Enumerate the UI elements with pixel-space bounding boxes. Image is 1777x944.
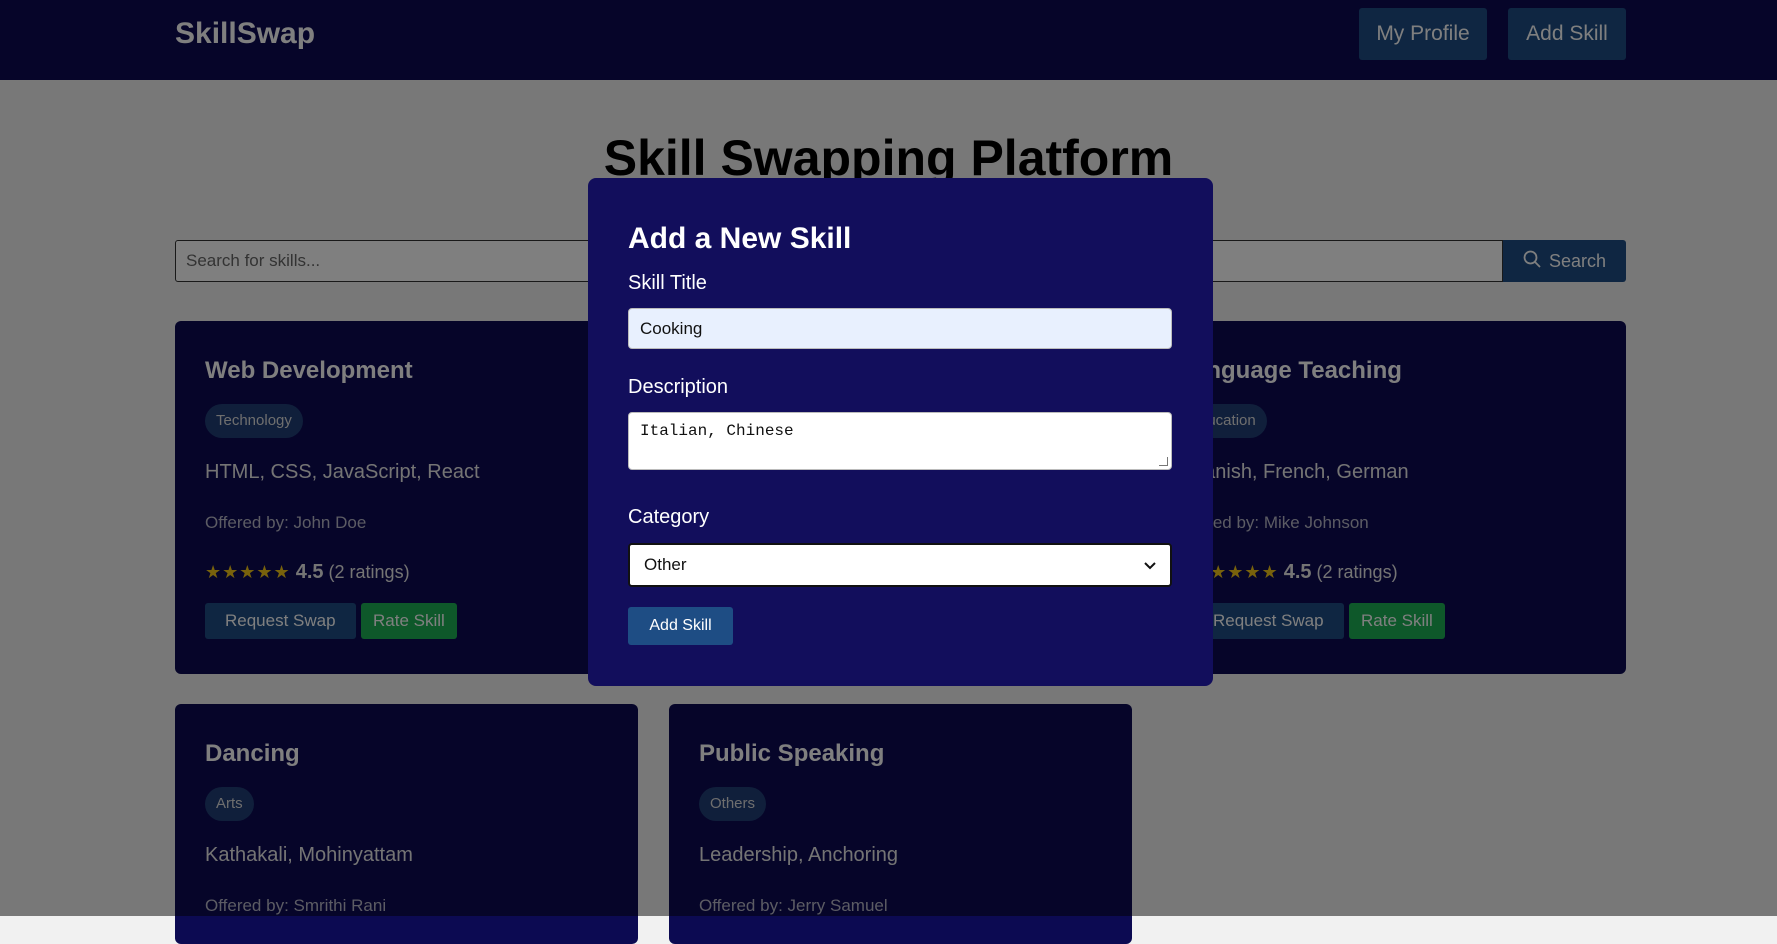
description-textarea[interactable]: Italian, Chinese (628, 412, 1172, 470)
category-selected-value: Other (644, 555, 687, 574)
skill-title-input[interactable]: Cooking (628, 308, 1172, 349)
description-label: Description (628, 376, 729, 398)
add-skill-modal: Add a New Skill Skill Title Cooking Desc… (588, 178, 1213, 686)
modal-title: Add a New Skill (628, 222, 852, 255)
category-select[interactable]: Other (628, 543, 1172, 587)
skill-title-label: Skill Title (628, 272, 707, 294)
description-text: Italian, Chinese (640, 422, 794, 440)
category-label: Category (628, 506, 710, 528)
chevron-down-icon (1144, 545, 1156, 585)
resize-handle-icon[interactable] (1159, 457, 1168, 466)
add-skill-submit-button[interactable]: Add Skill (628, 607, 733, 645)
